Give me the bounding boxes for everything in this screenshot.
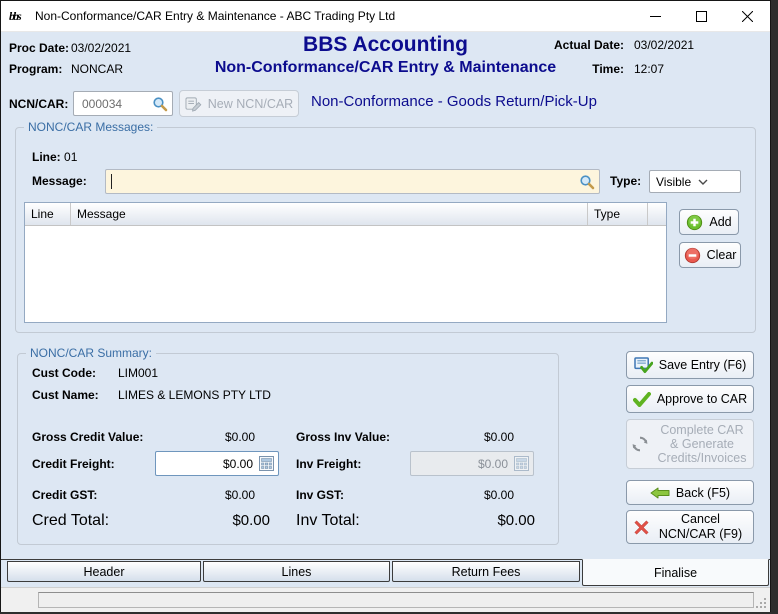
clear-minus-icon (684, 247, 701, 264)
new-ncn-car-button[interactable]: New NCN/CAR (179, 90, 299, 117)
messages-table-header: Line Message Type (25, 203, 666, 226)
inv-freight-input (411, 455, 510, 472)
credit-freight-field (155, 451, 279, 476)
type-selected-value: Visible (656, 174, 692, 189)
resize-grip[interactable] (755, 597, 768, 610)
status-bar (1, 587, 770, 612)
new-document-icon (185, 96, 202, 112)
ncn-car-label: NCN/CAR: (9, 97, 69, 111)
time-value: 12:07 (634, 62, 665, 76)
header-right: Actual Date: 03/02/2021 Time: 12:07 (554, 38, 698, 86)
credit-gst-label: Credit GST: (32, 488, 98, 502)
inv-total-value: $0.00 (497, 512, 535, 529)
gross-inv-value: $0.00 (483, 430, 514, 444)
credit-freight-label: Credit Freight: (32, 457, 115, 471)
approve-to-car-label: Approve to CAR (656, 392, 748, 406)
save-entry-label: Save Entry (F6) (658, 358, 747, 372)
new-ncn-car-label: New NCN/CAR (207, 96, 294, 111)
calculator-icon (514, 456, 529, 471)
clear-button[interactable]: Clear (679, 242, 741, 268)
messages-table[interactable]: Line Message Type (24, 202, 667, 323)
maximize-button[interactable] (678, 1, 724, 31)
cust-name-label: Cust Name: (32, 388, 99, 402)
calculator-icon[interactable] (259, 456, 274, 471)
messages-group-title: NONC/CAR Messages: (24, 120, 158, 134)
add-button-label: Add (709, 215, 732, 229)
tab-return-fees[interactable]: Return Fees (392, 561, 580, 582)
cust-code-value: LIM001 (118, 366, 159, 380)
close-button[interactable] (724, 1, 770, 31)
save-icon (633, 356, 653, 374)
column-header-line[interactable]: Line (25, 203, 71, 225)
complete-car-label: Complete CAR & Generate Credits/Invoices (657, 423, 747, 465)
search-icon[interactable] (152, 96, 168, 112)
message-field (105, 169, 600, 194)
line-row: Line: 01 (32, 150, 77, 164)
type-label: Type: (610, 174, 642, 188)
summary-groupbox: NONC/CAR Summary: Cust Code: LIM001 Cust… (17, 346, 559, 545)
approve-check-icon (632, 391, 651, 407)
clear-button-label: Clear (706, 248, 737, 262)
messages-groupbox: NONC/CAR Messages: Line: 01 Message: Typ… (15, 120, 756, 333)
inv-gst-label: Inv GST: (296, 488, 345, 502)
actual-date-value: 03/02/2021 (634, 38, 695, 52)
line-value: 01 (64, 150, 78, 164)
tab-strip: Header Lines Return Fees Finalise (1, 559, 770, 588)
summary-group-title: NONC/CAR Summary: (26, 346, 157, 360)
back-arrow-icon (650, 487, 670, 499)
minimize-button[interactable] (632, 1, 678, 31)
message-search-icon[interactable] (579, 174, 595, 190)
tab-header[interactable]: Header (7, 561, 201, 582)
back-button[interactable]: Back (F5) (626, 480, 754, 505)
add-button[interactable]: Add (679, 209, 739, 235)
credit-gst-value: $0.00 (224, 488, 255, 502)
actual-date-label: Actual Date: (553, 38, 624, 52)
window-title: Non-Conformance/CAR Entry & Maintenance … (35, 9, 396, 23)
app-window: bbs Non-Conformance/CAR Entry & Maintena… (0, 0, 771, 612)
column-header-type[interactable]: Type (588, 203, 648, 225)
back-label: Back (F5) (675, 485, 731, 500)
gross-inv-label: Gross Inv Value: (296, 430, 391, 444)
cust-name-value: LIMES & LEMONS PTY LTD (118, 388, 271, 402)
time-label: Time: (592, 62, 624, 76)
status-panel (38, 592, 754, 608)
ncn-status-text: Non-Conformance - Goods Return/Pick-Up (311, 93, 597, 110)
approve-to-car-button[interactable]: Approve to CAR (626, 385, 754, 413)
save-entry-button[interactable]: Save Entry (F6) (626, 351, 754, 379)
inv-freight-label: Inv Freight: (296, 457, 362, 471)
cust-code-label: Cust Code: (32, 366, 96, 380)
title-bar: bbs Non-Conformance/CAR Entry & Maintena… (1, 1, 770, 32)
complete-car-button[interactable]: Complete CAR & Generate Credits/Invoices (626, 419, 754, 469)
line-label: Line: (32, 150, 61, 164)
cancel-x-icon (633, 519, 649, 535)
recycle-icon (631, 435, 649, 453)
cancel-ncn-label: Cancel NCN/CAR (F9) (658, 512, 743, 541)
column-header-message[interactable]: Message (71, 203, 588, 225)
tab-finalise[interactable]: Finalise (582, 559, 769, 586)
ncn-car-field (73, 91, 173, 116)
add-plus-icon (686, 214, 703, 231)
cred-total-value: $0.00 (232, 512, 270, 529)
inv-gst-value: $0.00 (483, 488, 514, 502)
message-input[interactable] (112, 173, 579, 190)
inv-freight-field (410, 451, 534, 476)
app-logo-icon: bbs (9, 8, 22, 23)
message-label: Message: (32, 174, 87, 188)
gross-credit-value: $0.00 (224, 430, 255, 444)
cancel-ncn-button[interactable]: Cancel NCN/CAR (F9) (626, 510, 754, 544)
credit-freight-input[interactable] (156, 455, 255, 472)
inv-total-label: Inv Total: (296, 512, 360, 529)
chevron-down-icon (698, 179, 734, 185)
ncn-car-input[interactable] (80, 95, 152, 112)
type-select[interactable]: Visible (649, 170, 741, 193)
tab-lines[interactable]: Lines (203, 561, 390, 582)
cred-total-label: Cred Total: (32, 512, 110, 529)
